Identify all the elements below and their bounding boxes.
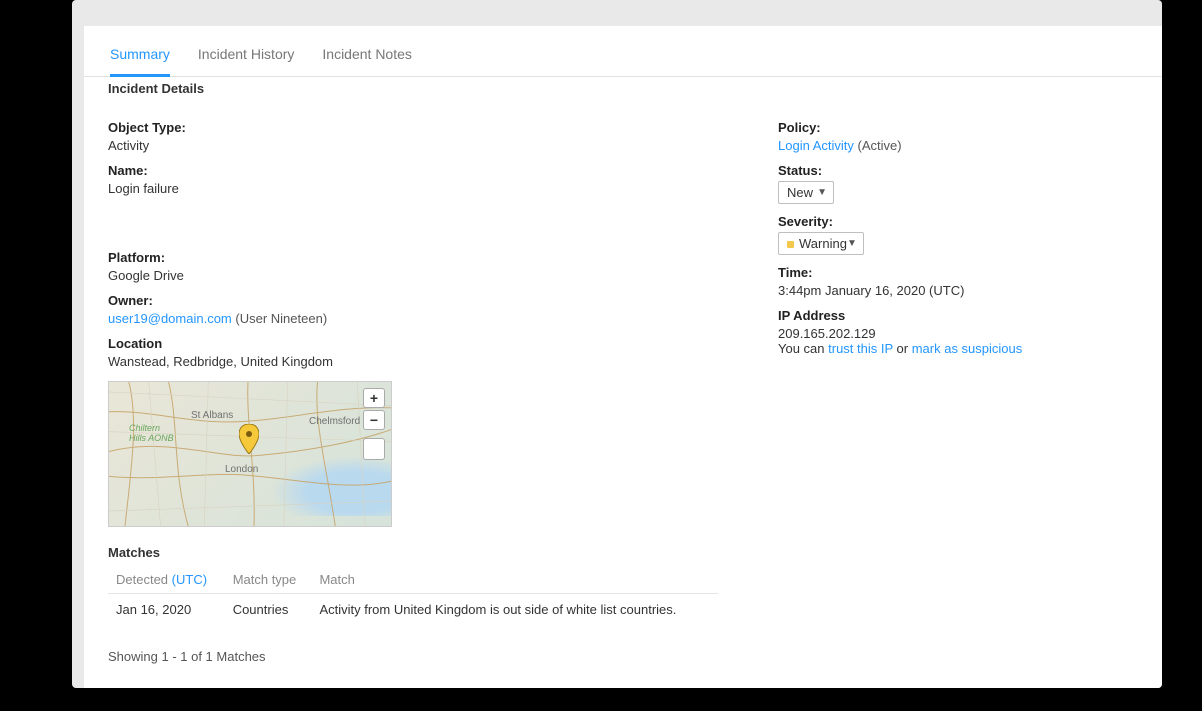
col-match: Match — [311, 566, 718, 594]
severity-select-value: Warning — [799, 236, 847, 251]
location-map[interactable]: Chiltern Hills AONB St Albans Chelmsford… — [108, 381, 392, 527]
label-policy: Policy: — [778, 120, 1138, 135]
section-title-matches: Matches — [108, 545, 718, 560]
label-name: Name: — [108, 163, 718, 178]
map-label-stalbans: St Albans — [191, 410, 233, 421]
label-location: Location — [108, 336, 718, 351]
map-zoom-out-button[interactable]: − — [363, 410, 385, 430]
map-label-park: Chiltern Hills AONB — [129, 424, 179, 444]
mark-suspicious-link[interactable]: mark as suspicious — [912, 341, 1023, 356]
matches-table: Detected (UTC) Match type Match Jan 16, … — [108, 566, 718, 627]
col-detected-label: Detected — [116, 572, 172, 587]
caret-down-icon: ▼ — [847, 238, 857, 249]
col-detected-tz-link[interactable]: (UTC) — [172, 572, 207, 587]
label-owner: Owner: — [108, 293, 718, 308]
tab-incident-notes[interactable]: Incident Notes — [322, 40, 412, 76]
label-severity: Severity: — [778, 214, 1138, 229]
map-label-chelmsford: Chelmsford — [309, 416, 360, 427]
label-time: Time: — [778, 265, 1138, 280]
map-label-london: London — [225, 464, 258, 475]
policy-state: (Active) — [858, 138, 902, 153]
tab-summary[interactable]: Summary — [110, 40, 170, 77]
section-title-incident-details: Incident Details — [84, 81, 1162, 96]
severity-indicator-icon — [787, 241, 794, 248]
ip-action-prefix: You can — [778, 341, 828, 356]
policy-link[interactable]: Login Activity — [778, 138, 854, 153]
col-detected: Detected (UTC) — [108, 566, 225, 594]
label-object-type: Object Type: — [108, 120, 718, 135]
incident-panel: Summary Incident History Incident Notes … — [84, 26, 1162, 688]
value-name: Login failure — [108, 181, 718, 196]
label-platform: Platform: — [108, 250, 718, 265]
value-object-type: Activity — [108, 138, 718, 153]
matches-pagination-text: Showing 1 - 1 of 1 Matches — [108, 649, 718, 664]
trust-ip-link[interactable]: trust this IP — [828, 341, 893, 356]
severity-select[interactable]: Warning ▼ — [778, 232, 864, 255]
caret-down-icon: ▼ — [817, 187, 827, 198]
cell-detected: Jan 16, 2020 — [108, 594, 225, 628]
col-match-type: Match type — [225, 566, 312, 594]
value-ip: 209.165.202.129 — [778, 326, 1138, 341]
label-status: Status: — [778, 163, 1138, 178]
table-row: Jan 16, 2020 Countries Activity from Uni… — [108, 594, 718, 628]
status-select[interactable]: New ▼ — [778, 181, 834, 204]
value-location: Wanstead, Redbridge, United Kingdom — [108, 354, 718, 369]
value-time: 3:44pm January 16, 2020 (UTC) — [778, 283, 1138, 298]
tab-incident-history[interactable]: Incident History — [198, 40, 294, 76]
ip-action-or: or — [897, 341, 912, 356]
map-layer-button[interactable] — [363, 438, 385, 460]
map-zoom-in-button[interactable]: + — [363, 388, 385, 408]
status-select-value: New — [787, 185, 813, 200]
map-marker-icon — [239, 424, 259, 454]
cell-match-type: Countries — [225, 594, 312, 628]
value-platform: Google Drive — [108, 268, 718, 283]
owner-display-name: (User Nineteen) — [235, 311, 327, 326]
owner-email-link[interactable]: user19@domain.com — [108, 311, 232, 326]
cell-match-desc: Activity from United Kingdom is out side… — [311, 594, 718, 628]
label-ip: IP Address — [778, 308, 1138, 323]
tabs: Summary Incident History Incident Notes — [84, 26, 1162, 77]
